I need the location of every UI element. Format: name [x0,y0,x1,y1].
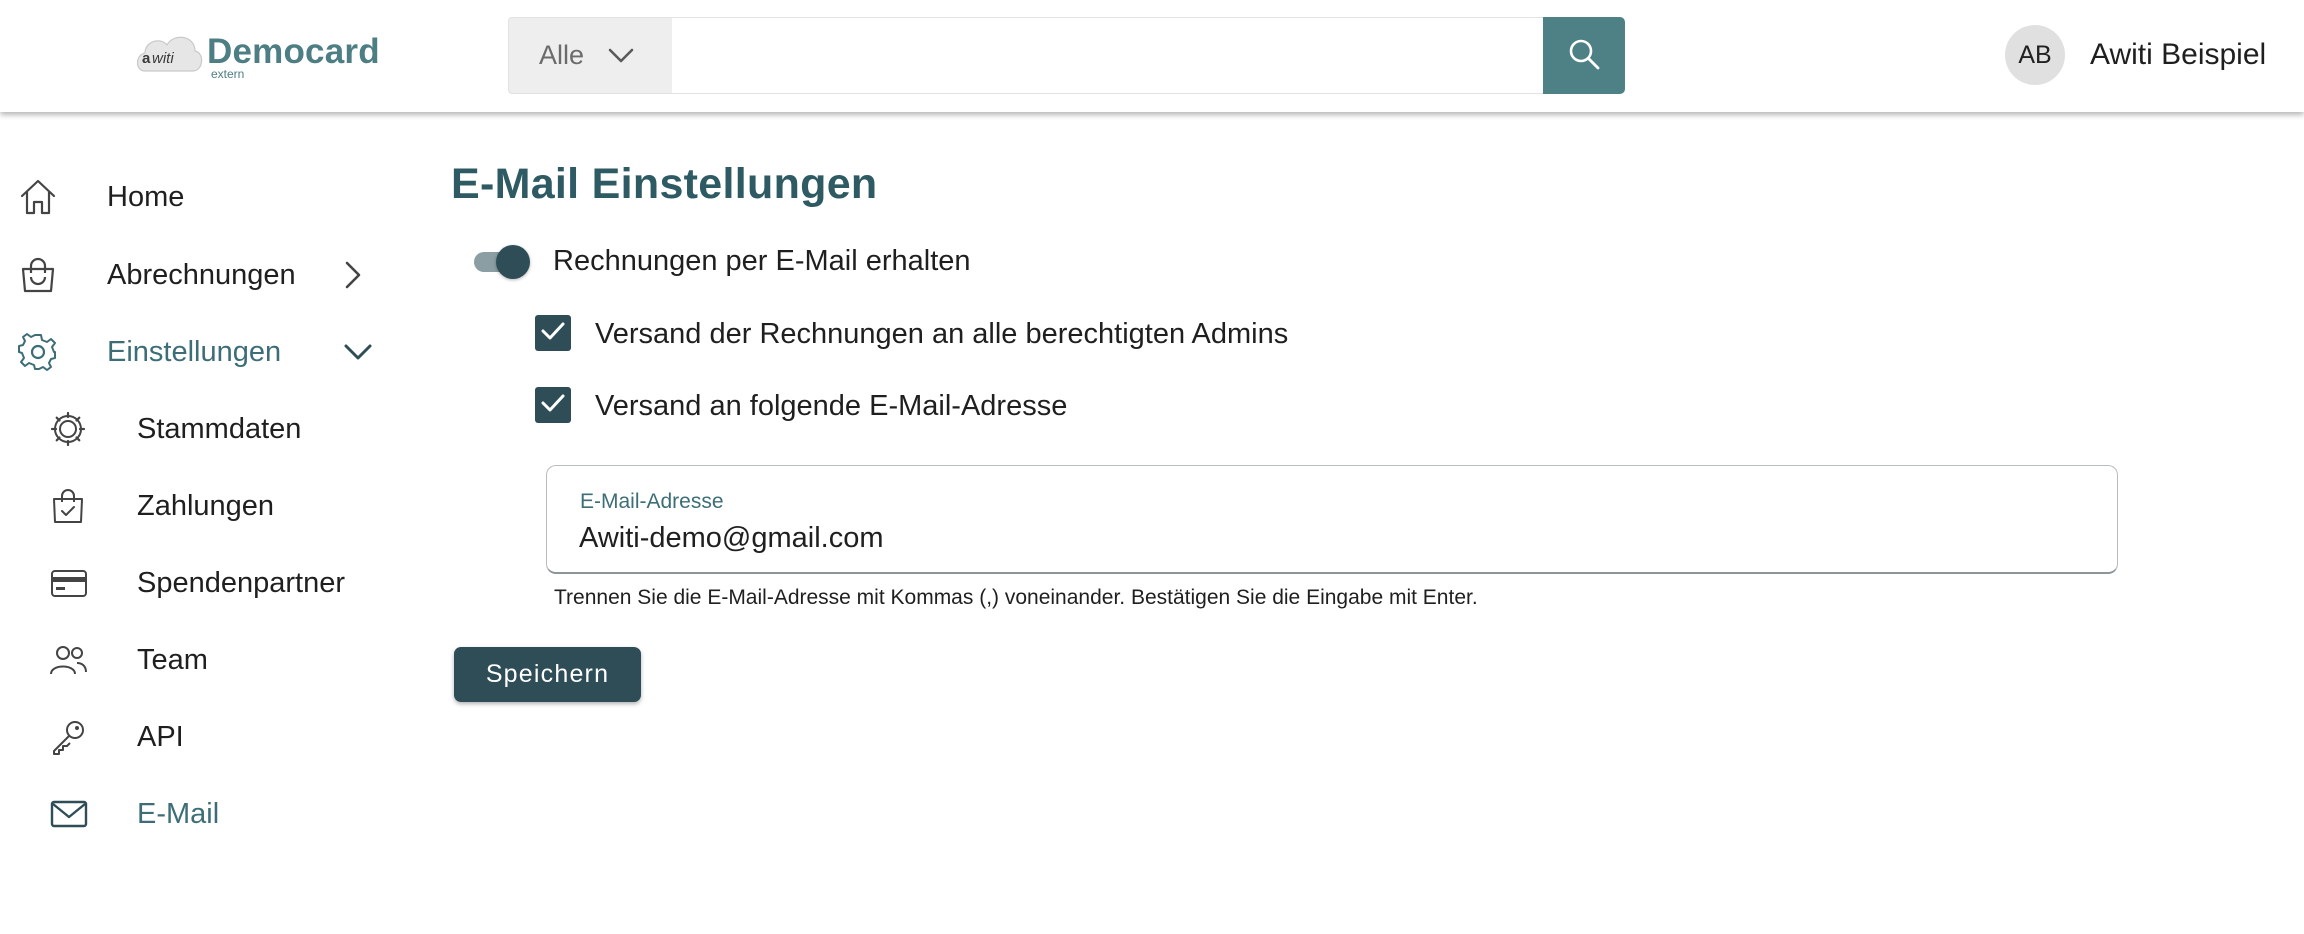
sidebar-item-email[interactable]: E-Mail [0,784,400,844]
search-bar: Alle [508,17,1625,94]
checkmark-icon [540,320,566,347]
sidebar-item-abrechnungen[interactable]: Abrechnungen [0,245,400,305]
search-scope-select[interactable]: Alle [508,17,672,94]
gear-icon [18,332,58,372]
home-icon [18,177,58,217]
svg-text:a: a [142,50,151,67]
toggle-label: Rechnungen per E-Mail erhalten [553,245,971,277]
sidebar-item-spendenpartner[interactable]: Spendenpartner [0,553,400,613]
top-header: a witi Democard extern Alle AB Awiti Bei… [0,0,2304,112]
search-icon [1567,37,1601,74]
sidebar-item-home[interactable]: Home [0,167,400,227]
sidebar-item-label: Stammdaten [137,412,302,445]
sidebar-item-label: E-Mail [137,797,220,830]
search-scope-label: Alle [539,40,585,70]
page-title: E-Mail Einstellungen [451,160,878,208]
app-logo[interactable]: a witi Democard extern [133,25,380,81]
sidebar-item-label: Zahlungen [137,489,275,522]
admins-checkbox[interactable] [535,315,571,351]
checkmark-icon [540,392,566,419]
user-menu: AB Awiti Beispiel [2005,25,2266,85]
people-icon [48,644,88,676]
mail-icon [50,799,88,829]
brand-name: Democard [207,32,380,71]
sidebar-item-zahlungen[interactable]: Zahlungen [0,476,400,536]
chevron-down-icon [608,40,634,71]
toggle-knob [496,245,530,279]
sidebar-item-label: Abrechnungen [107,258,296,291]
chevron-down-icon [343,342,373,362]
search-button[interactable] [1543,17,1625,94]
admins-checkbox-label: Versand der Rechnungen an alle berechtig… [595,318,1289,350]
sidebar-item-label: Spendenpartner [137,566,345,599]
email-address-field[interactable]: E-Mail-Adresse [546,465,2118,574]
sidebar-item-team[interactable]: Team [0,630,400,690]
email-field[interactable] [579,518,2059,558]
credit-card-icon [50,568,88,598]
svg-text:witi: witi [152,50,174,67]
chevron-right-icon [343,260,363,290]
address-checkbox-label: Versand an folgende E-Mail-Adresse [595,390,1068,422]
sidebar-item-stammdaten[interactable]: Stammdaten [0,399,400,459]
email-field-hint: Trennen Sie die E-Mail-Adresse mit Komma… [554,586,1478,609]
sidebar-item-label: Home [107,180,185,213]
user-name[interactable]: Awiti Beispiel [2090,38,2266,72]
sidebar: Home Abrechnungen Einstellungen Stammdat… [0,112,420,934]
avatar[interactable]: AB [2005,25,2065,85]
shopping-bag-icon [18,255,58,295]
sidebar-item-label: Einstellungen [107,335,282,368]
sidebar-item-api[interactable]: API [0,707,400,767]
cog-outline-icon [50,411,86,447]
bag-check-icon [50,487,86,525]
email-field-label: E-Mail-Adresse [580,490,724,513]
address-checkbox[interactable] [535,387,571,423]
logo-cloud-mark: a witi [133,25,205,81]
key-icon [50,718,88,756]
save-button[interactable]: Speichern [454,647,641,702]
sidebar-item-label: API [137,720,184,753]
sidebar-item-einstellungen[interactable]: Einstellungen [0,322,400,382]
brand-sub: extern [211,67,245,81]
sidebar-item-label: Team [137,643,208,676]
search-input[interactable] [671,17,1544,94]
